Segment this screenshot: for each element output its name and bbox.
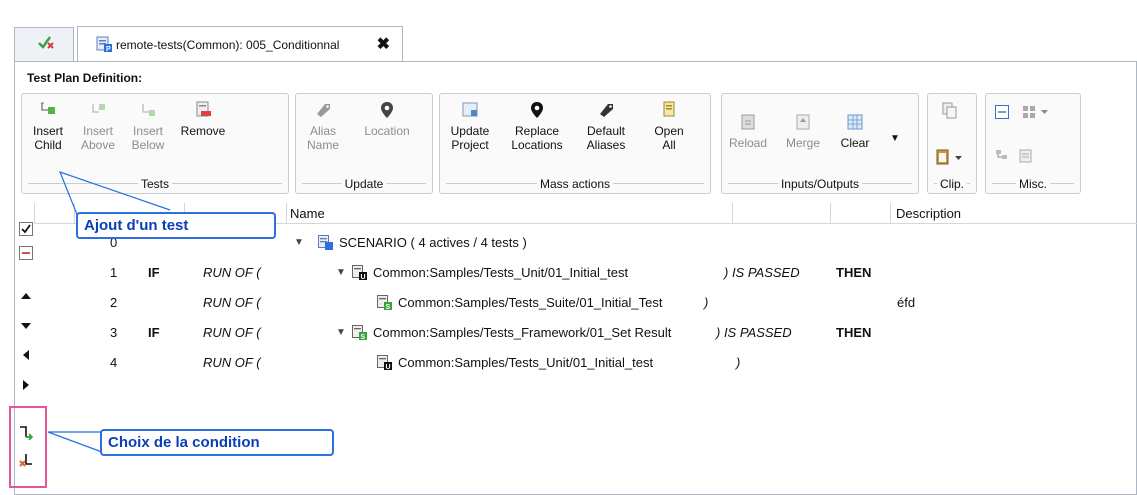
callout-pointers: [47, 171, 171, 453]
callout-add-test: Ajout d'un test: [76, 212, 276, 239]
callout-condition-choice: Choix de la condition: [100, 429, 334, 456]
